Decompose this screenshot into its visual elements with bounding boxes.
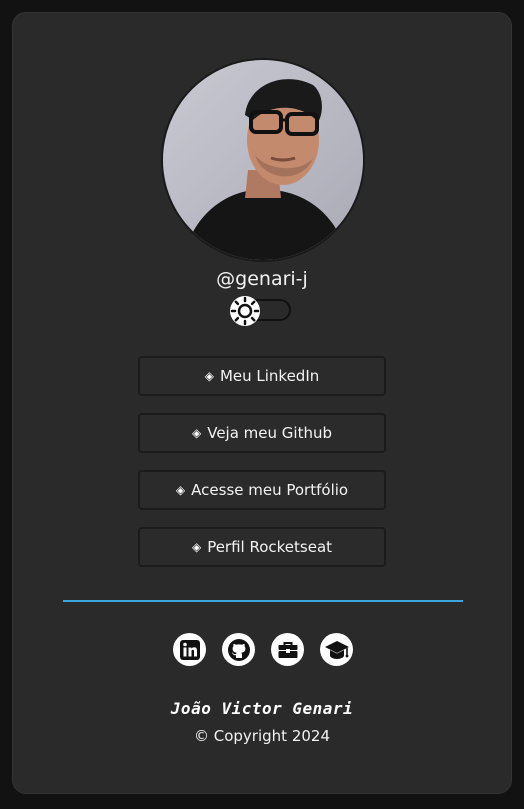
graduation-cap-icon[interactable] <box>320 633 353 666</box>
copyright-text: © Copyright 2024 <box>193 727 330 745</box>
divider <box>63 600 463 602</box>
diamond-icon: ◈ <box>204 369 214 383</box>
rocketseat-link-button[interactable]: ◈ Perfil Rocketseat <box>138 527 386 567</box>
theme-toggle[interactable] <box>229 295 293 327</box>
links-list: ◈ Meu LinkedIn ◈ Veja meu Github ◈ Acess… <box>138 356 386 584</box>
portfolio-link-button[interactable]: ◈ Acesse meu Portfólio <box>138 470 386 510</box>
avatar-photo <box>163 60 363 260</box>
sun-icon[interactable] <box>229 295 261 327</box>
link-label: Acesse meu Portfólio <box>191 481 349 499</box>
diamond-icon: ◈ <box>191 540 202 554</box>
username-handle: @genari-j <box>216 268 308 290</box>
social-icons <box>173 633 353 667</box>
link-label: Meu LinkedIn <box>219 367 320 385</box>
diamond-icon: ◈ <box>191 426 202 440</box>
linkedin-link-button[interactable]: ◈ Meu LinkedIn <box>138 356 386 396</box>
profile-card: @genari-j ◈ Meu LinkedIn ◈ Veja meu Gith… <box>12 12 512 794</box>
link-label: Veja meu Github <box>207 424 332 442</box>
github-icon[interactable] <box>222 633 255 666</box>
toolbox-icon[interactable] <box>271 633 304 666</box>
avatar <box>163 60 363 260</box>
github-link-button[interactable]: ◈ Veja meu Github <box>138 413 386 453</box>
linkedin-icon[interactable] <box>173 633 206 666</box>
author-name: João Victor Genari <box>170 699 354 718</box>
diamond-icon: ◈ <box>175 483 186 497</box>
link-label: Perfil Rocketseat <box>207 538 333 556</box>
